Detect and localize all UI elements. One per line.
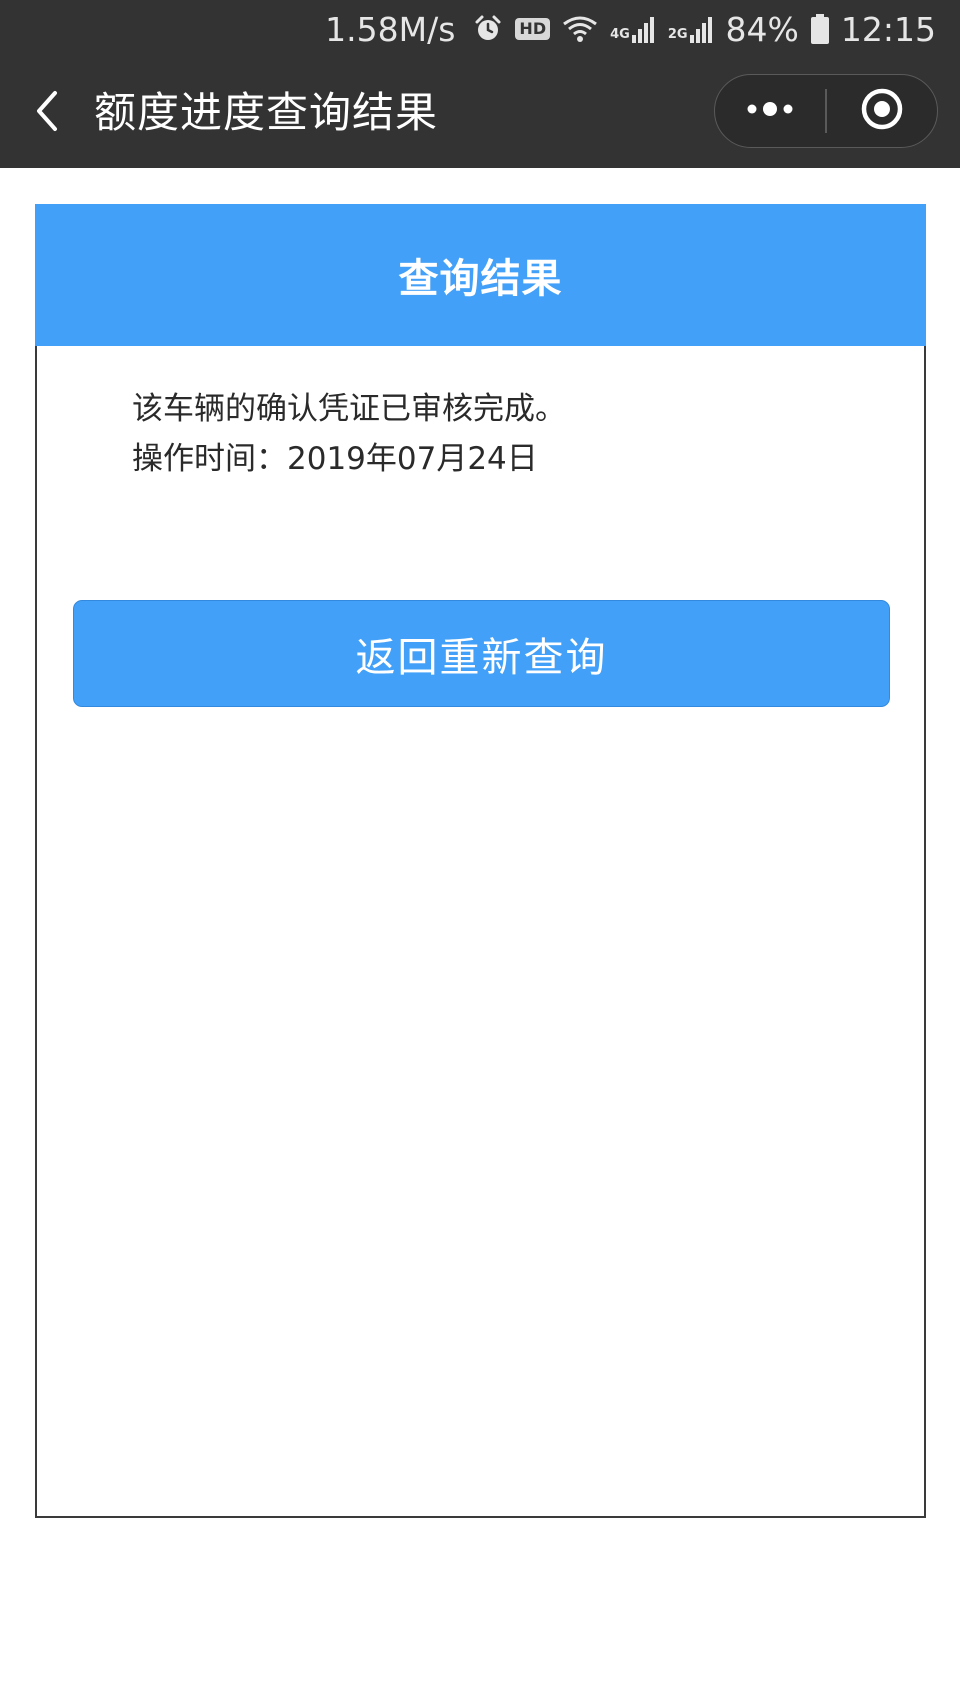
requery-button[interactable]: 返回重新查询 [73, 600, 890, 707]
back-button[interactable] [22, 82, 72, 144]
hd-badge: HD [515, 18, 551, 40]
close-mini-program-button[interactable] [827, 74, 937, 148]
network-speed: 1.58M/s [325, 9, 456, 49]
chevron-left-icon [33, 89, 61, 137]
result-status-text: 该车辆的确认凭证已审核完成。 [132, 391, 566, 427]
page-title: 额度进度查询结果 [94, 88, 439, 137]
network-type-4g: 4G [610, 27, 630, 42]
alarm-icon [473, 14, 503, 44]
battery-icon [810, 14, 829, 44]
result-card: 查询结果 该车辆的确认凭证已审核完成。 操作时间：2019年07月24日 返回重… [35, 204, 926, 1518]
status-bar: 1.58M/s HD 4G 2G 84% 12:15 [0, 0, 960, 58]
card-title: 查询结果 [398, 256, 563, 302]
network-type-2g: 2G [667, 27, 688, 42]
card-header: 查询结果 [35, 204, 926, 346]
more-button[interactable] [715, 74, 825, 148]
nav-bar: 额度进度查询结果 [0, 58, 960, 168]
signal-2g: 2G [668, 15, 714, 43]
signal-icon [631, 15, 656, 43]
operation-time-text: 操作时间：2019年07月24日 [132, 441, 538, 477]
result-content: 该车辆的确认凭证已审核完成。 操作时间：2019年07月24日 [132, 384, 892, 484]
battery-percent: 84% [725, 9, 799, 49]
top-bar: 1.58M/s HD 4G 2G 84% 12:15 额度进度查询结果 [0, 0, 960, 168]
signal-4g: 4G [610, 15, 656, 43]
wifi-icon [562, 14, 598, 44]
target-circle-icon [860, 87, 904, 135]
mini-program-capsule [714, 74, 938, 148]
clock: 12:15 [840, 9, 936, 49]
more-dots-icon [746, 101, 794, 121]
signal-icon [689, 15, 714, 43]
